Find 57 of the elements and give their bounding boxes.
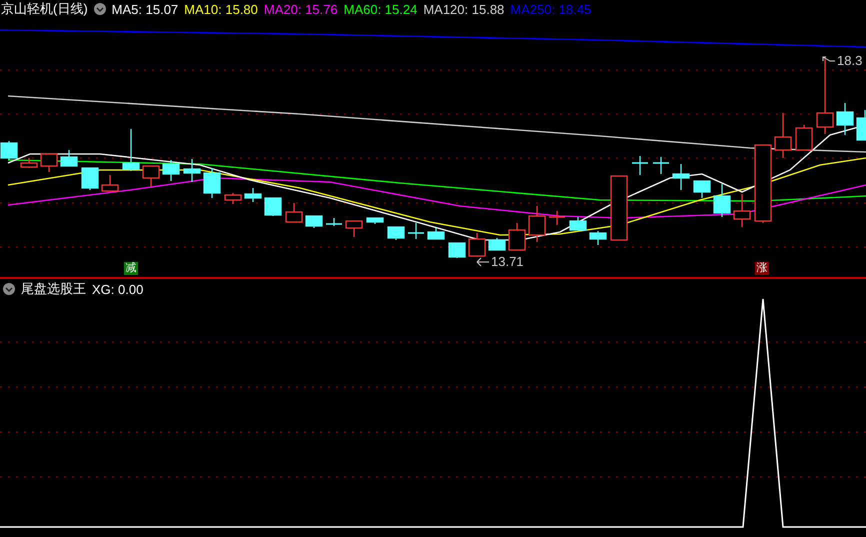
candlestick — [60, 150, 78, 167]
candlestick — [427, 228, 445, 240]
candlestick — [408, 223, 424, 239]
candlestick — [345, 220, 363, 237]
candlestick — [632, 156, 648, 175]
candlestick — [672, 164, 690, 190]
candlestick — [183, 159, 201, 182]
candlestick — [774, 113, 792, 158]
legend-item: MA20: 15.76 — [264, 2, 338, 16]
candlestick — [713, 184, 731, 217]
candlestick — [244, 188, 262, 202]
dropdown-icon[interactable] — [94, 3, 106, 15]
price-label: 13.71 — [491, 254, 524, 269]
candlestick — [142, 165, 160, 187]
candlestick — [569, 217, 587, 231]
candlestick — [653, 157, 669, 174]
indicator-reading: XG: 0.00 — [92, 282, 144, 296]
candlestick — [468, 233, 486, 257]
candlestick — [285, 203, 303, 223]
candlestick — [795, 125, 813, 151]
candlestick — [856, 110, 866, 141]
candlestick — [836, 103, 854, 135]
candlestick — [305, 215, 323, 228]
price-label: 18.3 — [837, 53, 862, 68]
candlestick — [733, 194, 751, 227]
candlestick — [387, 226, 405, 240]
dropdown-icon[interactable] — [3, 283, 15, 295]
legend-item: MA120: 15.88 — [423, 2, 504, 16]
candlestick — [224, 193, 242, 204]
candlestick — [20, 158, 38, 168]
signal-marker: 涨 — [755, 262, 769, 275]
candlestick — [549, 211, 565, 225]
candlestick — [528, 206, 546, 242]
legend-item: MA250: 18.45 — [510, 2, 592, 16]
candlestick — [448, 242, 466, 258]
candlestick — [81, 167, 99, 190]
candlestick — [40, 153, 58, 172]
candlestick — [610, 175, 628, 241]
legend-item: MA5: 15.07 — [112, 2, 178, 16]
legend-item: MA60: 15.24 — [344, 2, 418, 16]
candlestick — [488, 238, 506, 251]
candlestick — [326, 218, 342, 226]
chart-title: 京山轻机(日线) — [1, 0, 88, 18]
indicator-title: 尾盘选股王 — [21, 280, 86, 298]
candlestick — [101, 175, 119, 192]
candlestick — [589, 231, 607, 245]
arrow-icon — [476, 256, 490, 266]
signal-marker: 减 — [124, 262, 138, 275]
candlestick — [264, 197, 282, 216]
candlestick — [162, 160, 180, 181]
candlestick — [0, 141, 18, 160]
candlestick — [203, 168, 221, 198]
candlestick — [508, 223, 526, 251]
legend-item: MA10: 15.80 — [184, 2, 258, 16]
candlestick — [366, 217, 384, 224]
candlestick — [122, 129, 140, 171]
candlestick — [693, 180, 711, 198]
